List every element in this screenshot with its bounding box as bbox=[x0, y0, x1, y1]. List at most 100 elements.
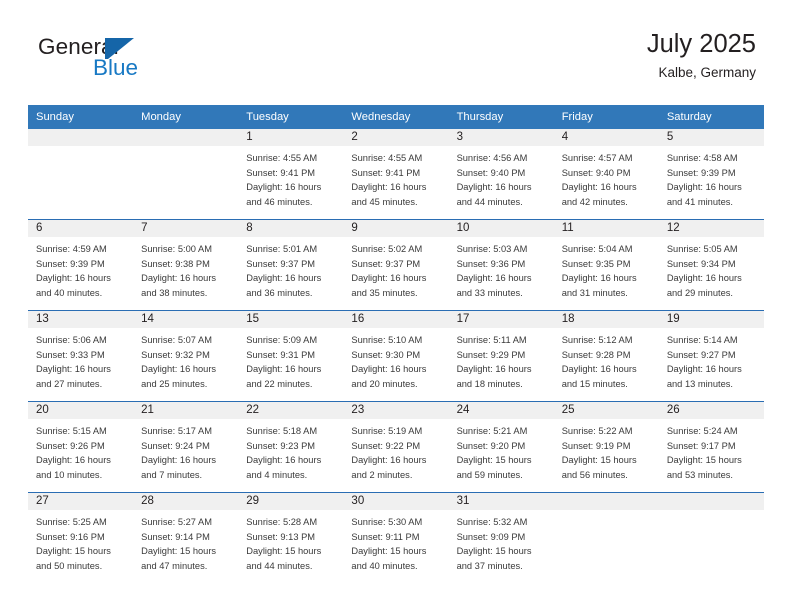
day-info: Sunrise: 5:04 AM Sunset: 9:35 PM Daylight:… bbox=[554, 237, 659, 300]
weekday-header-wednesday: Wednesday bbox=[343, 105, 449, 130]
daylight-text-line2: and 46 minutes. bbox=[246, 196, 313, 207]
calendar-day-cell[interactable]: 15 Sunrise: 5:09 AM Sunset: 9:31 PM Dayligh… bbox=[238, 311, 344, 402]
day-info: Sunrise: 4:59 AM Sunset: 9:39 PM Daylight:… bbox=[28, 237, 133, 300]
sunset-text: Sunset: 9:31 PM bbox=[246, 349, 316, 360]
sunrise-text: Sunrise: 5:24 AM bbox=[666, 426, 738, 437]
calendar-day-cell[interactable]: 28 Sunrise: 5:27 AM Sunset: 9:14 PM Dayligh… bbox=[133, 493, 239, 584]
daylight-text-line1: Daylight: 16 hours bbox=[666, 273, 742, 284]
calendar-day-cell[interactable]: 31 Sunrise: 5:32 AM Sunset: 9:09 PM Dayligh… bbox=[448, 493, 554, 584]
calendar-day-cell[interactable]: 29 Sunrise: 5:28 AM Sunset: 9:13 PM Dayligh… bbox=[238, 493, 344, 584]
calendar-day-cell[interactable]: 1 Sunrise: 4:55 AM Sunset: 9:41 PM Daylight… bbox=[238, 129, 344, 220]
calendar-day-cell[interactable] bbox=[553, 493, 659, 584]
daylight-text-line2: and 50 minutes. bbox=[36, 560, 103, 571]
daylight-text-line1: Daylight: 16 hours bbox=[351, 364, 427, 375]
day-number bbox=[553, 493, 659, 511]
sunrise-text: Sunrise: 5:19 AM bbox=[351, 426, 423, 437]
day-number: 25 bbox=[553, 402, 659, 420]
calendar-day-cell[interactable]: 16 Sunrise: 5:10 AM Sunset: 9:30 PM Dayligh… bbox=[343, 311, 449, 402]
calendar-day-cell[interactable]: 12 Sunrise: 5:05 AM Sunset: 9:34 PM Dayligh… bbox=[658, 220, 764, 311]
sunset-text: Sunset: 9:27 PM bbox=[666, 349, 736, 360]
daylight-text-line2: and 20 minutes. bbox=[351, 378, 418, 389]
sunset-text: Sunset: 9:33 PM bbox=[36, 349, 105, 360]
weekday-header-monday: Monday bbox=[133, 105, 239, 130]
calendar-week-row: 13 Sunrise: 5:06 AM Sunset: 9:33 PM Dayligh… bbox=[28, 310, 764, 402]
sunset-text: Sunset: 9:16 PM bbox=[36, 531, 105, 542]
day-number: 26 bbox=[658, 402, 764, 420]
calendar-day-cell[interactable]: 9 Sunrise: 5:02 AM Sunset: 9:37 PM Daylight… bbox=[343, 220, 449, 311]
sunset-text: Sunset: 9:29 PM bbox=[456, 349, 526, 360]
sunrise-text: Sunrise: 4:59 AM bbox=[36, 244, 107, 255]
calendar-day-cell[interactable]: 4 Sunrise: 4:57 AM Sunset: 9:40 PM Daylight… bbox=[553, 129, 659, 220]
sunset-text: Sunset: 9:22 PM bbox=[351, 440, 421, 451]
day-info: Sunrise: 4:56 AM Sunset: 9:40 PM Daylight:… bbox=[449, 146, 554, 209]
calendar-day-cell[interactable] bbox=[658, 493, 764, 584]
calendar-day-cell[interactable]: 25 Sunrise: 5:22 AM Sunset: 9:19 PM Dayligh… bbox=[553, 402, 659, 493]
daylight-text-line2: and 27 minutes. bbox=[36, 378, 103, 389]
calendar-day-cell[interactable]: 2 Sunrise: 4:55 AM Sunset: 9:41 PM Daylight… bbox=[343, 129, 449, 220]
calendar-day-cell[interactable]: 7 Sunrise: 5:00 AM Sunset: 9:38 PM Daylight… bbox=[133, 220, 239, 311]
daylight-text-line2: and 2 minutes. bbox=[351, 469, 413, 480]
day-number: 6 bbox=[28, 220, 134, 238]
calendar-day-cell[interactable]: 21 Sunrise: 5:17 AM Sunset: 9:24 PM Dayligh… bbox=[133, 402, 239, 493]
calendar-day-cell[interactable] bbox=[133, 129, 239, 220]
day-number: 1 bbox=[238, 129, 344, 147]
calendar-day-cell[interactable]: 27 Sunrise: 5:25 AM Sunset: 9:16 PM Dayligh… bbox=[28, 493, 134, 584]
calendar-day-cell[interactable]: 26 Sunrise: 5:24 AM Sunset: 9:17 PM Dayligh… bbox=[658, 402, 764, 493]
daylight-text-line2: and 18 minutes. bbox=[456, 378, 523, 389]
sunset-text: Sunset: 9:23 PM bbox=[246, 440, 316, 451]
calendar-day-cell[interactable]: 11 Sunrise: 5:04 AM Sunset: 9:35 PM Dayligh… bbox=[553, 220, 659, 311]
calendar-page: General Blue July 2025 Kalbe, Germany Su… bbox=[0, 0, 792, 612]
calendar-day-cell[interactable]: 14 Sunrise: 5:07 AM Sunset: 9:32 PM Dayligh… bbox=[133, 311, 239, 402]
calendar-day-cell[interactable]: 18 Sunrise: 5:12 AM Sunset: 9:28 PM Dayligh… bbox=[553, 311, 659, 402]
calendar-day-cell[interactable]: 23 Sunrise: 5:19 AM Sunset: 9:22 PM Dayligh… bbox=[343, 402, 449, 493]
calendar-day-cell[interactable]: 19 Sunrise: 5:14 AM Sunset: 9:27 PM Dayligh… bbox=[658, 311, 764, 402]
calendar-day-cell[interactable]: 24 Sunrise: 5:21 AM Sunset: 9:20 PM Dayligh… bbox=[448, 402, 554, 493]
daylight-text-line1: Daylight: 16 hours bbox=[246, 182, 322, 193]
day-number: 28 bbox=[133, 493, 239, 511]
daylight-text-line2: and 29 minutes. bbox=[666, 287, 733, 298]
weekday-header-thursday: Thursday bbox=[448, 105, 554, 130]
sunset-text: Sunset: 9:26 PM bbox=[36, 440, 105, 451]
calendar-day-cell[interactable]: 8 Sunrise: 5:01 AM Sunset: 9:37 PM Daylight… bbox=[238, 220, 344, 311]
day-info: Sunrise: 5:03 AM Sunset: 9:36 PM Daylight:… bbox=[449, 237, 554, 300]
daylight-text-line2: and 40 minutes. bbox=[351, 560, 418, 571]
calendar-day-cell[interactable] bbox=[28, 129, 134, 220]
day-info: Sunrise: 5:27 AM Sunset: 9:14 PM Daylight:… bbox=[133, 510, 238, 573]
calendar-week-row: 20 Sunrise: 5:15 AM Sunset: 9:26 PM Dayligh… bbox=[28, 401, 764, 493]
day-number: 4 bbox=[553, 129, 659, 147]
day-info: Sunrise: 5:12 AM Sunset: 9:28 PM Daylight:… bbox=[554, 328, 659, 391]
daylight-text-line1: Daylight: 16 hours bbox=[141, 455, 217, 466]
sunrise-text: Sunrise: 5:21 AM bbox=[456, 426, 528, 437]
day-number: 5 bbox=[658, 129, 764, 147]
daylight-text-line2: and 45 minutes. bbox=[351, 196, 418, 207]
day-number: 27 bbox=[28, 493, 134, 511]
daylight-text-line2: and 53 minutes. bbox=[666, 469, 733, 480]
day-info bbox=[554, 510, 659, 515]
calendar-week-row: 1 Sunrise: 4:55 AM Sunset: 9:41 PM Daylight… bbox=[28, 129, 764, 220]
sunrise-text: Sunrise: 5:11 AM bbox=[456, 335, 527, 346]
sunset-text: Sunset: 9:40 PM bbox=[561, 167, 631, 178]
calendar-day-cell[interactable]: 22 Sunrise: 5:18 AM Sunset: 9:23 PM Dayligh… bbox=[238, 402, 344, 493]
sunset-text: Sunset: 9:38 PM bbox=[141, 258, 210, 269]
calendar-day-cell[interactable]: 13 Sunrise: 5:06 AM Sunset: 9:33 PM Dayligh… bbox=[28, 311, 134, 402]
day-number: 18 bbox=[553, 311, 659, 329]
calendar-day-cell[interactable]: 20 Sunrise: 5:15 AM Sunset: 9:26 PM Dayligh… bbox=[28, 402, 134, 493]
calendar-day-cell[interactable]: 5 Sunrise: 4:58 AM Sunset: 9:39 PM Daylight… bbox=[658, 129, 764, 220]
day-info: Sunrise: 5:25 AM Sunset: 9:16 PM Daylight:… bbox=[28, 510, 133, 573]
daylight-text-line1: Daylight: 16 hours bbox=[561, 182, 637, 193]
calendar-day-cell[interactable]: 17 Sunrise: 5:11 AM Sunset: 9:29 PM Dayligh… bbox=[448, 311, 554, 402]
sunrise-text: Sunrise: 5:07 AM bbox=[141, 335, 212, 346]
calendar-day-cell[interactable]: 6 Sunrise: 4:59 AM Sunset: 9:39 PM Daylight… bbox=[28, 220, 134, 311]
daylight-text-line2: and 15 minutes. bbox=[561, 378, 628, 389]
day-number: 16 bbox=[343, 311, 449, 329]
calendar-day-cell[interactable]: 3 Sunrise: 4:56 AM Sunset: 9:40 PM Daylight… bbox=[448, 129, 554, 220]
daylight-text-line2: and 44 minutes. bbox=[246, 560, 313, 571]
day-number: 23 bbox=[343, 402, 449, 420]
sunset-text: Sunset: 9:30 PM bbox=[351, 349, 421, 360]
calendar-day-cell[interactable]: 10 Sunrise: 5:03 AM Sunset: 9:36 PM Dayligh… bbox=[448, 220, 554, 311]
day-info: Sunrise: 5:18 AM Sunset: 9:23 PM Daylight:… bbox=[238, 419, 343, 482]
day-number: 8 bbox=[238, 220, 344, 238]
calendar-day-cell[interactable]: 30 Sunrise: 5:30 AM Sunset: 9:11 PM Dayligh… bbox=[343, 493, 449, 584]
daylight-text-line2: and 59 minutes. bbox=[456, 469, 523, 480]
day-info: Sunrise: 5:21 AM Sunset: 9:20 PM Daylight:… bbox=[449, 419, 554, 482]
